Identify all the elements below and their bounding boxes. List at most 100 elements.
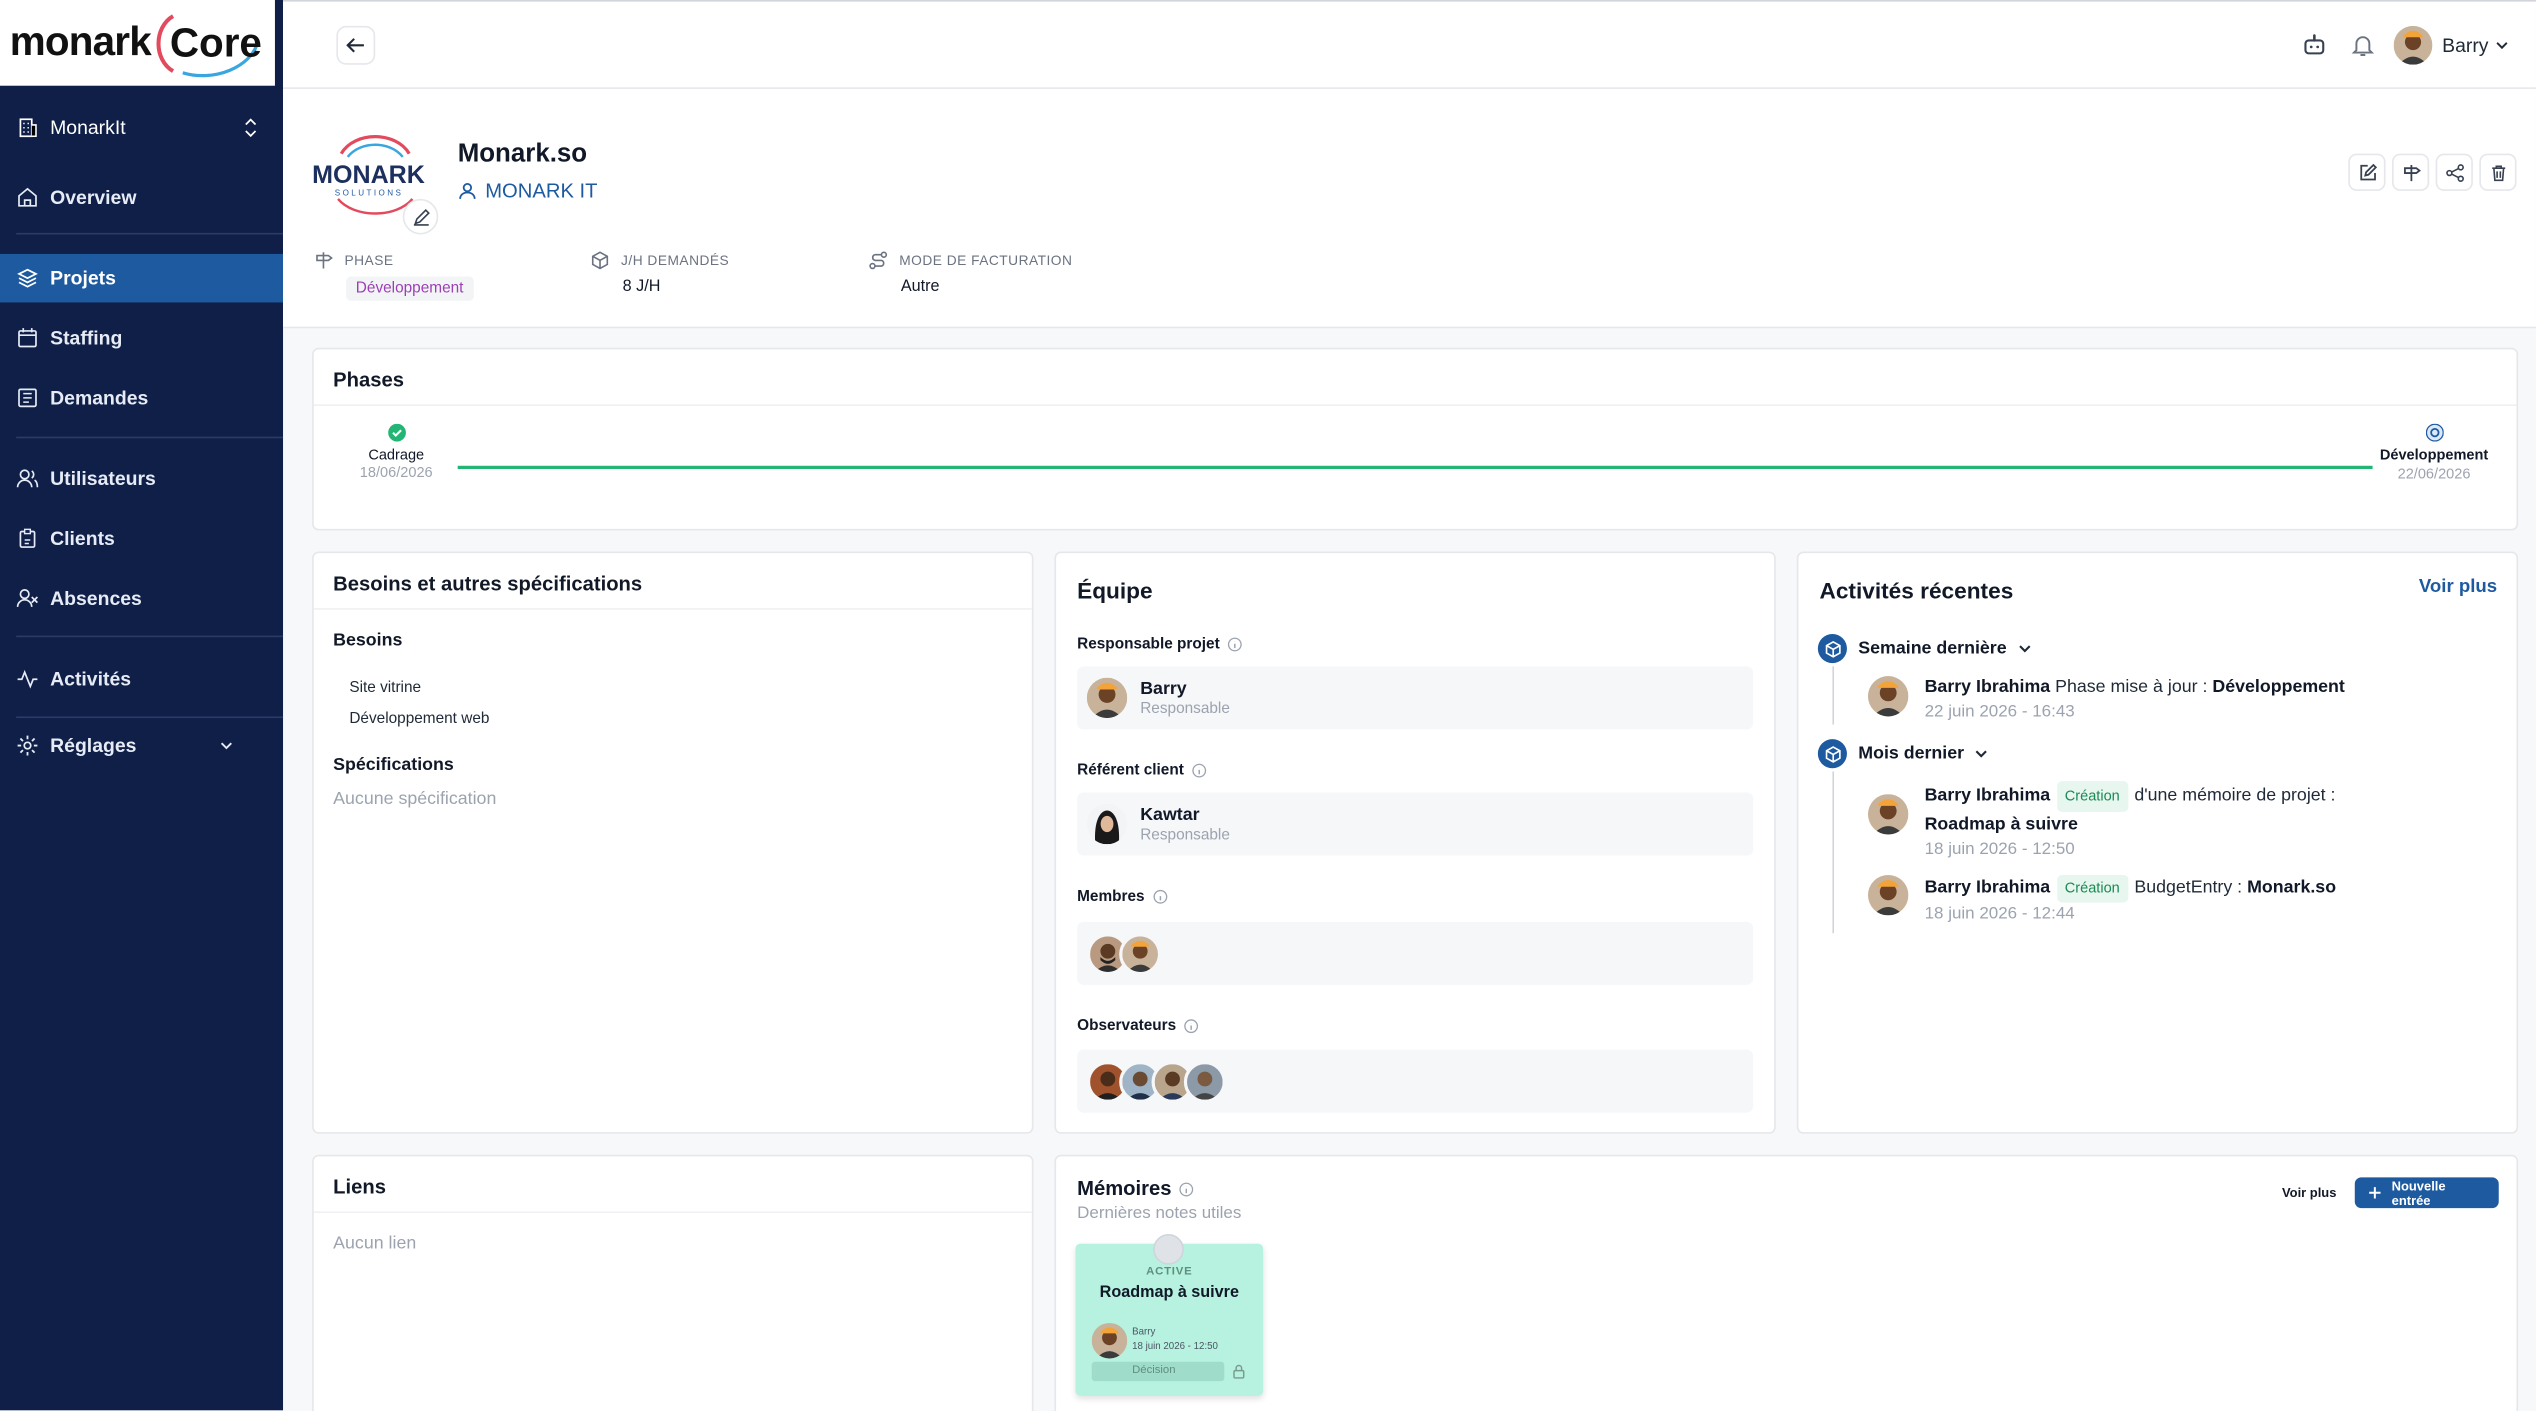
memoire-note-card[interactable]: ACTIVE Roadmap à suivre Barry 18 juin 20… (1075, 1233, 1264, 1396)
entry-author: Barry Ibrahima (1924, 786, 2051, 806)
activites-title: Activités récentes (1819, 577, 2014, 604)
settings-icon (17, 735, 38, 756)
sidebar-item-activites[interactable]: Activités (0, 655, 283, 704)
entry-text: Phase mise à jour : (2055, 677, 2208, 698)
avatar (1867, 874, 1909, 916)
entry-date: 18 juin 2026 - 12:44 (1924, 904, 2075, 924)
memoires-card: Mémoires Dernières notes utiles Voir plu… (1054, 1154, 2519, 1411)
sidebar-item-label: Activités (50, 667, 132, 691)
sidebar-divider (16, 232, 284, 235)
timeline-line (457, 465, 2373, 470)
sidebar-item-demandes[interactable]: Demandes (0, 374, 283, 423)
referent-role: Responsable (1140, 825, 1230, 844)
sidebar-item-absences[interactable]: Absences (0, 574, 283, 623)
user-menu[interactable]: Barry (2393, 25, 2510, 65)
entry-author: Barry Ibrahima (1924, 878, 2051, 898)
info-icon[interactable] (1192, 763, 1207, 778)
chevron-down-icon (1976, 750, 1988, 758)
avatar (1091, 1322, 1128, 1359)
current-step-icon (2425, 423, 2443, 442)
logo-text-right: Core (170, 19, 262, 65)
logo-ring-icon: Core (151, 7, 267, 78)
button-label: Nouvelle entrée (2391, 1178, 2446, 1208)
info-icon[interactable] (1179, 1181, 1195, 1196)
responsable-label: Responsable projet (1077, 636, 1243, 653)
note-author: Barry (1132, 1327, 1156, 1338)
timeline-step-developpement[interactable]: Développement 22/06/2026 (2376, 423, 2492, 482)
note-type-badge: Décision (1091, 1361, 1225, 1382)
box-icon (1817, 633, 1847, 664)
besoins-subtitle: Besoins (333, 630, 403, 651)
chevron-down-icon (220, 742, 232, 750)
lock-icon (1233, 1364, 1245, 1379)
observateurs-label: Observateurs (1077, 1017, 1199, 1035)
responsable-card[interactable]: Barry Responsable (1077, 666, 1754, 730)
sidebar-item-reglages[interactable]: Réglages (0, 721, 283, 770)
workspace-switcher[interactable]: MonarkIt (16, 110, 259, 146)
responsable-name: Barry (1140, 678, 1187, 698)
meta-value: Autre (900, 278, 940, 296)
edit-icon (413, 208, 430, 225)
activity-entry[interactable]: Barry Ibrahima Création BudgetEntry : Mona… (1867, 874, 2336, 927)
info-icon[interactable] (1153, 889, 1168, 905)
arrow-left-icon (346, 38, 364, 53)
project-client: MONARK IT (485, 179, 598, 203)
meta-jh: J/H DEMANDÉS 8 J/H (590, 251, 729, 296)
avatar (2393, 25, 2433, 65)
sidebar-item-label: Absences (50, 587, 142, 610)
memoires-voir-plus-button[interactable]: Voir plus (2269, 1177, 2350, 1209)
step-name: Cadrage (368, 446, 425, 463)
share-button[interactable] (2435, 153, 2473, 191)
meta-facturation: MODE DE FACTURATION Autre (868, 251, 1072, 296)
box-icon (1817, 739, 1847, 769)
bell-icon[interactable] (2350, 32, 2376, 58)
delete-button[interactable] (2479, 153, 2517, 191)
info-icon[interactable] (1228, 637, 1243, 652)
activites-voir-plus-link[interactable]: Voir plus (2419, 577, 2497, 596)
edit-logo-button[interactable] (402, 198, 439, 235)
activity-entry[interactable]: Barry Ibrahima Création d'une mémoire de p… (1867, 781, 2336, 860)
sidebar-item-label: Clients (50, 527, 115, 550)
project-client-link[interactable]: MONARK IT (458, 179, 598, 203)
membres-avatars (1086, 932, 1162, 975)
edit-project-button[interactable] (2348, 153, 2386, 191)
check-circle-icon (387, 423, 406, 442)
sidebar-divider (16, 436, 284, 439)
sidebar-item-overview[interactable]: Overview (0, 173, 283, 222)
activity-group-toggle[interactable]: Mois dernier (1817, 739, 1990, 769)
observateurs-card (1077, 1049, 1754, 1113)
step-name: Développement (2379, 446, 2489, 463)
sidebar-item-label: Overview (50, 185, 137, 209)
equipe-title: Équipe (1077, 577, 1153, 604)
sidebar-item-label: Utilisateurs (50, 467, 156, 491)
sidebar-item-projets[interactable]: Projets (0, 253, 284, 303)
memoires-subtitle: Dernières notes utiles (1077, 1203, 1242, 1223)
pin-icon (1153, 1233, 1184, 1265)
creation-tag: Création (2056, 874, 2128, 903)
creation-tag: Création (2056, 781, 2128, 812)
referent-card[interactable]: Kawtar Responsable (1077, 792, 1754, 856)
bot-icon[interactable] (2301, 32, 2327, 58)
activity-group-toggle[interactable]: Semaine dernière (1817, 633, 2033, 664)
activity-entry[interactable]: Barry Ibrahima Phase mise à jour : Dével… (1867, 676, 2345, 725)
sidebar-item-clients[interactable]: Clients (0, 514, 283, 563)
timeline-step-cadrage[interactable]: Cadrage 18/06/2026 (346, 423, 446, 480)
sidebar-divider (16, 716, 284, 719)
avatar (1086, 803, 1128, 845)
avatar (1867, 794, 1909, 835)
avatar[interactable] (1119, 932, 1162, 975)
change-phase-button[interactable] (2391, 153, 2430, 191)
sidebar-item-staffing[interactable]: Staffing (0, 314, 283, 363)
equipe-card: Équipe Responsable projet Barry Responsa… (1054, 551, 1776, 1134)
info-icon[interactable] (1184, 1019, 1199, 1034)
back-button[interactable] (336, 25, 376, 65)
nouvelle-entree-button[interactable]: Nouvelle entrée (2354, 1177, 2499, 1209)
meta-label: PHASE (344, 252, 394, 269)
membres-card (1077, 921, 1754, 985)
brand-logo[interactable]: monark Core (0, 0, 275, 86)
sidebar-item-utilisateurs[interactable]: Utilisateurs (0, 454, 283, 503)
besoin-item: Développement web (349, 709, 490, 728)
avatar[interactable] (1183, 1060, 1226, 1103)
box-icon (591, 251, 609, 270)
project-logo-subtext: SOLUTIONS (335, 189, 404, 198)
